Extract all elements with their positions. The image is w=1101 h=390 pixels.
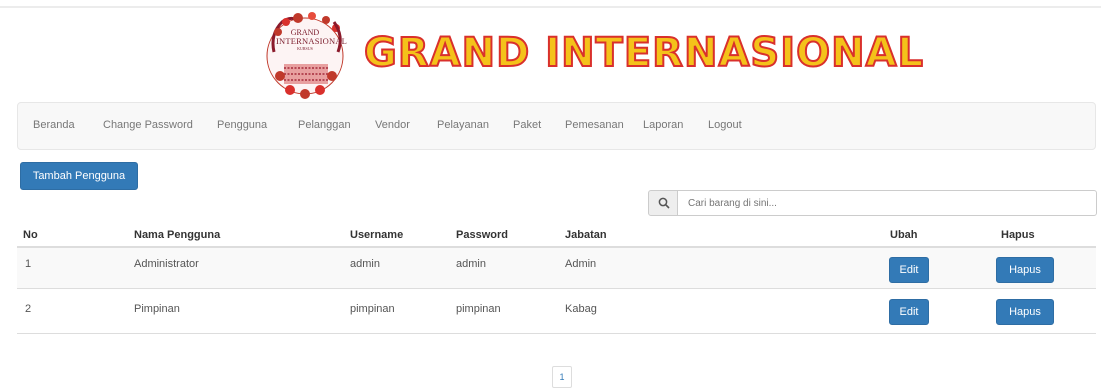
delete-button[interactable]: Hapus bbox=[996, 257, 1054, 283]
nav-item-logout[interactable]: Logout bbox=[708, 119, 742, 131]
cell-username: admin bbox=[350, 258, 380, 270]
search-addon bbox=[648, 190, 678, 216]
col-header-password: Password bbox=[456, 229, 508, 241]
col-header-no: No bbox=[23, 229, 38, 241]
col-header-hapus: Hapus bbox=[1001, 229, 1035, 241]
nav-item-pengguna[interactable]: Pengguna bbox=[217, 119, 267, 131]
edit-button[interactable]: Edit bbox=[889, 257, 929, 283]
cell-no: 1 bbox=[25, 258, 32, 270]
edit-button[interactable]: Edit bbox=[889, 299, 929, 325]
row-divider bbox=[17, 288, 1096, 289]
logo-line3: KURSUS bbox=[297, 46, 313, 51]
cell-jabatan: Admin bbox=[565, 258, 597, 270]
col-header-nama: Nama Pengguna bbox=[134, 229, 221, 241]
nav-item-change-password[interactable]: Change Password bbox=[103, 119, 193, 131]
cell-username: pimpinan bbox=[350, 303, 395, 315]
cell-password: admin bbox=[456, 258, 486, 270]
col-header-jabatan: Jabatan bbox=[565, 229, 607, 241]
logo-icon bbox=[266, 12, 344, 99]
col-header-username: Username bbox=[350, 229, 404, 241]
nav-item-pelanggan[interactable]: Pelanggan bbox=[298, 119, 351, 131]
navbar: Beranda Change Password Pengguna Pelangg… bbox=[17, 102, 1096, 150]
cell-password: pimpinan bbox=[456, 303, 501, 315]
logo-text: GRAND INTERNASIONAL KURSUS bbox=[276, 28, 348, 52]
nav-item-paket[interactable]: Paket bbox=[513, 119, 541, 131]
banner: GRAND INTERNASIONAL KURSUS GRAND INTERNA… bbox=[0, 8, 1101, 100]
search-icon bbox=[658, 197, 670, 209]
pagination-page-1[interactable]: 1 bbox=[552, 366, 572, 388]
col-header-ubah: Ubah bbox=[890, 229, 918, 241]
nav-item-pemesanan[interactable]: Pemesanan bbox=[565, 119, 624, 131]
cell-jabatan: Kabag bbox=[565, 303, 597, 315]
nav-item-laporan[interactable]: Laporan bbox=[643, 119, 683, 131]
add-user-button[interactable]: Tambah Pengguna bbox=[20, 162, 138, 190]
delete-button[interactable]: Hapus bbox=[996, 299, 1054, 325]
cell-nama: Administrator bbox=[134, 258, 199, 270]
nav-item-vendor[interactable]: Vendor bbox=[375, 119, 410, 131]
logo-line2: INTERNASIONAL bbox=[276, 36, 348, 46]
brand-title: GRAND INTERNASIONAL bbox=[363, 29, 925, 77]
cell-nama: Pimpinan bbox=[134, 303, 180, 315]
nav-item-pelayanan[interactable]: Pelayanan bbox=[437, 119, 489, 131]
nav-item-beranda[interactable]: Beranda bbox=[33, 119, 75, 131]
search-input[interactable] bbox=[677, 190, 1097, 216]
row-divider bbox=[17, 333, 1096, 334]
cell-no: 2 bbox=[25, 303, 32, 315]
